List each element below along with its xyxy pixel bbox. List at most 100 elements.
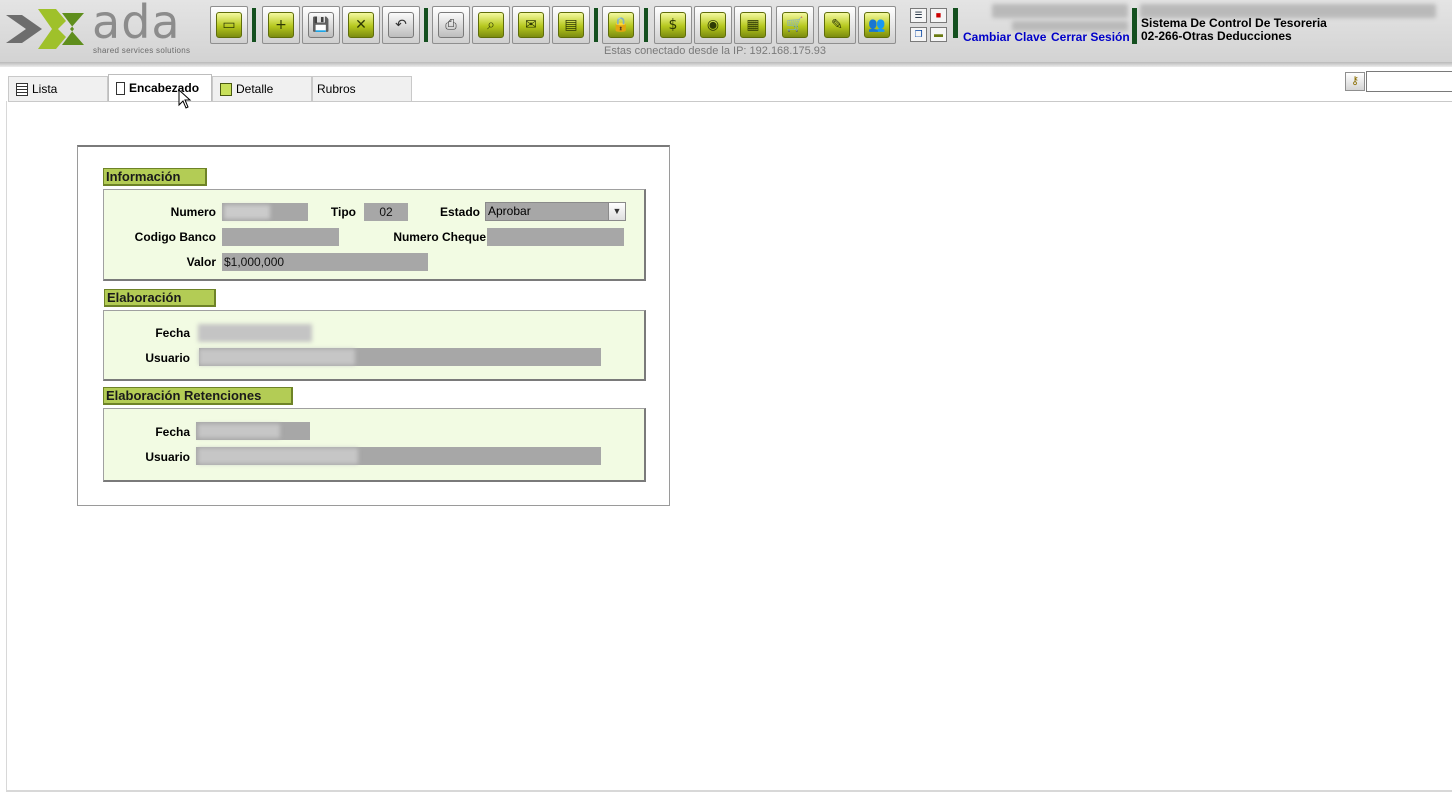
open-folder-icon: ▭ — [216, 12, 242, 38]
section-title-elaboracion-retenciones: Elaboración Retenciones — [103, 387, 293, 405]
detail-icon — [220, 82, 232, 96]
toolbar-separator — [644, 8, 648, 42]
search-icon: ⌕ — [478, 12, 504, 38]
logout-link[interactable]: Cerrar Sesión — [1051, 30, 1130, 44]
approve-button[interactable]: ✎ — [818, 6, 856, 44]
tab-label: Rubros — [317, 81, 356, 96]
tab-label: Detalle — [236, 81, 274, 96]
money-bag-icon: $ — [660, 12, 686, 38]
section-informacion: Numero Tipo 02 Estado Aprobar ▼ Codigo B… — [103, 189, 646, 281]
save-button[interactable]: 💾 — [302, 6, 340, 44]
usuario-label: Usuario — [145, 450, 190, 464]
quick-search-input[interactable] — [1366, 71, 1452, 92]
money-basket-icon: ▤ — [558, 12, 584, 38]
codigo-banco-label: Codigo Banco — [134, 230, 216, 244]
encabezado-form: Información Numero Tipo 02 Estado Aproba… — [77, 145, 670, 506]
redacted-date — [992, 4, 1128, 18]
valor-field[interactable]: $1,000,000 — [222, 253, 428, 271]
section-elaboracion-retenciones: Fecha Usuario — [103, 408, 646, 482]
tipo-field[interactable]: 02 — [364, 203, 408, 221]
camera-icon: ◉ — [700, 12, 726, 38]
toolbar-separator — [252, 8, 256, 42]
codigo-banco-field[interactable] — [222, 228, 339, 246]
grid-icon: ▦ — [740, 12, 766, 38]
content-border — [6, 790, 1452, 792]
section-title-elaboracion: Elaboración — [104, 289, 216, 307]
new-button[interactable]: + — [262, 6, 300, 44]
small-list-button[interactable]: ☰ — [910, 8, 927, 23]
estado-label: Estado — [439, 205, 480, 219]
app-header: ada shared services solutions ▭ + 💾 ✕ ↶ … — [0, 0, 1452, 62]
print-icon: ⎙ — [438, 12, 464, 38]
tab-encabezado[interactable]: Encabezado — [108, 74, 212, 101]
money-basket-button[interactable]: ▤ — [552, 6, 590, 44]
module-title: 02-266-Otras Deducciones — [1141, 29, 1292, 43]
logo-tagline: shared services solutions — [93, 46, 191, 55]
usuario-field[interactable] — [196, 447, 601, 465]
ip-info: Estas conectado desde la IP: 192.168.175… — [604, 45, 826, 57]
change-password-link[interactable]: Cambiar Clave — [963, 30, 1046, 44]
print-button[interactable]: ⎙ — [432, 6, 470, 44]
estado-select[interactable]: Aprobar ▼ — [485, 202, 626, 221]
small-color-button[interactable]: ■ — [930, 8, 947, 23]
quick-search-button[interactable]: ⚷ — [1345, 72, 1365, 91]
section-elaboracion: Fecha Usuario — [103, 310, 646, 381]
redacted-value — [198, 424, 280, 438]
small-windows-button[interactable]: ❐ — [910, 27, 927, 42]
list-icon — [16, 82, 28, 96]
export-excel-icon: ✉ — [518, 12, 544, 38]
users-icon: 👥 — [864, 12, 890, 38]
lock-button[interactable]: 🔒 — [602, 6, 640, 44]
export-excel-button[interactable]: ✉ — [512, 6, 550, 44]
tab-lista[interactable]: Lista — [8, 76, 108, 101]
list-icon: ☰ — [914, 10, 923, 20]
logo-word: ada — [92, 0, 181, 49]
fecha-field[interactable] — [196, 422, 310, 440]
new-document-icon: + — [268, 12, 294, 38]
numero-label: Numero — [170, 205, 216, 219]
tipo-label: Tipo — [330, 205, 356, 219]
approve-icon: ✎ — [824, 12, 850, 38]
header-divider — [0, 62, 1452, 67]
delete-icon: ✕ — [348, 12, 374, 38]
tab-rubros[interactable]: Rubros — [312, 76, 412, 101]
camera-button[interactable]: ◉ — [694, 6, 732, 44]
undo-button[interactable]: ↶ — [382, 6, 420, 44]
tab-detalle[interactable]: Detalle — [212, 76, 312, 101]
ada-logo-mark-icon — [6, 9, 84, 49]
header-separator — [1132, 8, 1137, 44]
grid-button[interactable]: ▦ — [734, 6, 772, 44]
fecha-field[interactable] — [198, 324, 312, 342]
undo-icon: ↶ — [388, 12, 414, 38]
content-border — [6, 101, 7, 791]
numero-cheque-field[interactable] — [487, 228, 624, 246]
small-folder-button[interactable]: ▬ — [930, 27, 947, 42]
delete-button[interactable]: ✕ — [342, 6, 380, 44]
numero-field[interactable] — [222, 203, 308, 221]
redacted-value — [224, 205, 270, 219]
redacted-value — [198, 448, 358, 464]
chevron-down-icon[interactable]: ▼ — [608, 203, 625, 220]
key-icon: ⚷ — [1350, 75, 1360, 87]
section-title-informacion: Información — [103, 168, 207, 186]
estado-value: Aprobar — [488, 204, 531, 218]
open-button[interactable]: ▭ — [210, 6, 248, 44]
usuario-label: Usuario — [145, 351, 190, 365]
toolbar-separator — [594, 8, 598, 42]
toolbar-separator — [424, 8, 428, 42]
money-bag-button[interactable]: $ — [654, 6, 692, 44]
system-title-block: Sistema De Control De Tesoreria 02-266-O… — [1141, 17, 1327, 43]
tab-label: Lista — [32, 81, 58, 96]
fecha-label: Fecha — [155, 326, 190, 340]
header-icon — [116, 81, 125, 95]
header-separator — [953, 8, 958, 38]
windows-icon: ❐ — [914, 29, 923, 39]
numero-cheque-label: Numero Cheque — [393, 230, 486, 244]
folder-icon: ▬ — [934, 29, 943, 39]
usuario-field[interactable] — [199, 348, 601, 366]
tab-bar-underline — [8, 101, 1452, 102]
mouse-cursor-icon — [178, 89, 192, 109]
users-button[interactable]: 👥 — [858, 6, 896, 44]
search-button[interactable]: ⌕ — [472, 6, 510, 44]
cart-button[interactable]: 🛒 — [776, 6, 814, 44]
